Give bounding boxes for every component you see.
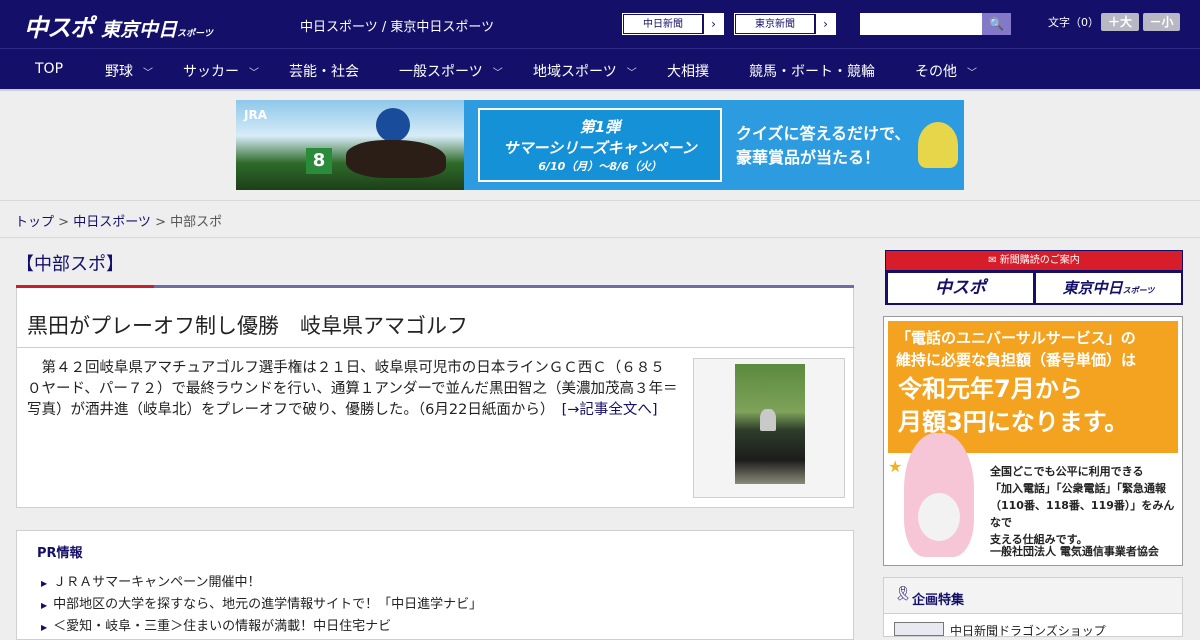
bunny-badge-image (918, 493, 960, 541)
chunichi-shimbun-button[interactable]: 中日新聞 › (622, 13, 724, 35)
campaign-tagline: クイズに答えるだけで、 豪華賞品が当たる！ (736, 124, 911, 167)
article-photo[interactable] (693, 358, 845, 498)
chevron-down-icon: ﹀ (249, 68, 259, 79)
ribbon-icon: 🎗 (894, 586, 912, 602)
chevron-right-icon: › (815, 14, 835, 34)
nav-item-top[interactable]: TOP (35, 61, 63, 77)
nav-divider (0, 89, 1200, 91)
nav-item-regional-sports[interactable]: 地域スポーツ ﹀ (533, 61, 637, 81)
nav-item-sumo[interactable]: 大相撲 (667, 61, 709, 81)
campaign-round: 第1弾 (579, 118, 621, 136)
jra-campaign-banner[interactable]: JRA 8 第1弾 サマーシリーズキャンペーン 6/10（月）～8/6（火） ク… (236, 100, 964, 190)
horse-number: 8 (306, 148, 332, 174)
section-title: 【中部スポ】 (16, 254, 124, 275)
top-header-bar: 中スポ 東京中日スポーツ 中日スポーツ / 東京中日スポーツ 中日新聞 › 東京新… (0, 0, 1200, 48)
nav-item-other[interactable]: その他 ﹀ (915, 61, 977, 81)
search-input[interactable] (860, 13, 982, 35)
pr-item[interactable]: ▶ ＪＲＡサマーキャンペーン開催中！ (41, 571, 261, 590)
subscription-box[interactable]: ✉ 新聞購読のご案内 中スポ 東京中日スポーツ (885, 250, 1183, 305)
chevron-down-icon: ﹀ (626, 68, 637, 79)
triangle-right-icon: ▶ (41, 601, 48, 610)
ad-headline: 「電話のユニバーサルサービス」の 維持に必要な負担額（番号単価）は (896, 329, 1137, 369)
subscribe-tokyo-chunichi-button[interactable]: 東京中日スポーツ (1036, 273, 1181, 303)
tokyo-shimbun-button[interactable]: 東京新聞 › (734, 13, 836, 35)
universal-service-ad[interactable]: 「電話のユニバーサルサービス」の 維持に必要な負担額（番号単価）は 令和元年7月… (883, 316, 1183, 566)
font-larger-button[interactable]: ＋大 (1101, 13, 1139, 31)
nav-item-entertainment[interactable]: 芸能・社会 (289, 61, 359, 81)
trophy-image (760, 409, 776, 431)
chunichi-shimbun-label: 中日新聞 (623, 14, 703, 34)
chevron-down-icon: ﹀ (492, 68, 503, 79)
special-feature-box: 🎗 企画特集 中日新聞ドラゴンズショップ (883, 577, 1183, 639)
read-more-link[interactable]: [→記事全文へ] (562, 402, 658, 418)
article-card: 黒田がプレーオフ制し優勝 岐阜県アマゴルフ 第４２回岐阜県アマチュアゴルフ選手権… (16, 288, 855, 508)
special-feature-header: 🎗 企画特集 (884, 578, 1182, 614)
nav-item-baseball[interactable]: 野球 ﹀ (105, 61, 153, 81)
article-divider (17, 347, 855, 348)
special-item-link[interactable]: 中日新聞ドラゴンズショップ (950, 622, 1106, 639)
chevron-down-icon: ﹀ (967, 68, 977, 79)
special-feature-title: 企画特集 (912, 593, 965, 608)
article-body: 第４２回岐阜県アマチュアゴルフ選手権は２１日、岐阜県可児市の日本ラインＧＣ西Ｃ（… (27, 358, 679, 421)
horse-image (346, 140, 446, 178)
logo-tokyo-chunichi: 東京中日 (101, 19, 178, 41)
trophy-icon (918, 122, 958, 168)
subscribe-chuspo-button[interactable]: 中スポ (888, 273, 1033, 303)
pr-item[interactable]: ▶ 中部地区の大学を探すなら、地元の進学情報サイトで！「中日進学ナビ」 (41, 593, 482, 612)
ad-big-text: 令和元年7月から 月額3円になります。 (898, 375, 1129, 436)
nav-item-general-sports[interactable]: 一般スポーツ ﹀ (399, 61, 503, 81)
triangle-right-icon: ▶ (41, 579, 48, 588)
jra-logo: JRA (244, 108, 267, 122)
jockey-image (376, 108, 410, 142)
pr-title: PR情報 (37, 546, 83, 561)
breadcrumb-chunichi-sports[interactable]: 中日スポーツ (73, 215, 151, 230)
ad-detail-text: 全国どこでも公平に利用できる 「加入電話」「公衆電話」「緊急通報 （110番、1… (990, 465, 1175, 546)
search-button[interactable]: 🔍 (982, 13, 1011, 35)
campaign-dates: 6/10（月）～8/6（火） (538, 160, 662, 173)
subscription-header: ✉ 新聞購読のご案内 (886, 251, 1182, 270)
campaign-box: 第1弾 サマーシリーズキャンペーン 6/10（月）～8/6（火） (478, 108, 722, 182)
article-title[interactable]: 黒田がプレーオフ制し優勝 岐阜県アマゴルフ (27, 310, 468, 340)
search-icon: 🔍 (989, 17, 1004, 31)
breadcrumb-current: 中部スポ (170, 215, 223, 230)
site-name: 中日スポーツ / 東京中日スポーツ (300, 20, 495, 35)
logo-chuspo: 中スポ (24, 14, 94, 42)
chevron-down-icon: ﹀ (143, 68, 153, 79)
site-logo[interactable]: 中スポ 東京中日スポーツ (24, 8, 213, 43)
triangle-right-icon: ▶ (41, 623, 48, 632)
special-item-thumbnail[interactable] (894, 622, 944, 636)
font-smaller-button[interactable]: －小 (1143, 13, 1180, 31)
ad-organization: 一般社団法人 電気通信事業者協会 (990, 545, 1159, 558)
nav-item-soccer[interactable]: サッカー ﹀ (183, 61, 259, 81)
nav-item-racing[interactable]: 競馬・ボート・競輪 (749, 61, 875, 81)
breadcrumb-top[interactable]: トップ (15, 215, 54, 230)
font-size-label: 文字（0） (1048, 16, 1099, 29)
campaign-name: サマーシリーズキャンペーン (503, 139, 697, 157)
star-icon: ★ (888, 457, 903, 476)
tokyo-shimbun-label: 東京新聞 (735, 14, 815, 34)
pr-item[interactable]: ▶ ＜愛知・岐阜・三重＞住まいの情報が満載！中日住宅ナビ (41, 615, 391, 634)
logo-tokyo-sub: スポーツ (177, 29, 213, 39)
main-nav: TOP 野球 ﹀ サッカー ﹀ 芸能・社会 一般スポーツ ﹀ 地域スポーツ ﹀ 大相撲 … (0, 48, 1200, 89)
breadcrumb: トップ > 中日スポーツ > 中部スポ (15, 215, 223, 230)
chevron-right-icon: › (703, 14, 723, 34)
pr-info-box: PR情報 ▶ ＪＲＡサマーキャンペーン開催中！ ▶ 中部地区の大学を探すなら、地元の… (16, 530, 854, 640)
